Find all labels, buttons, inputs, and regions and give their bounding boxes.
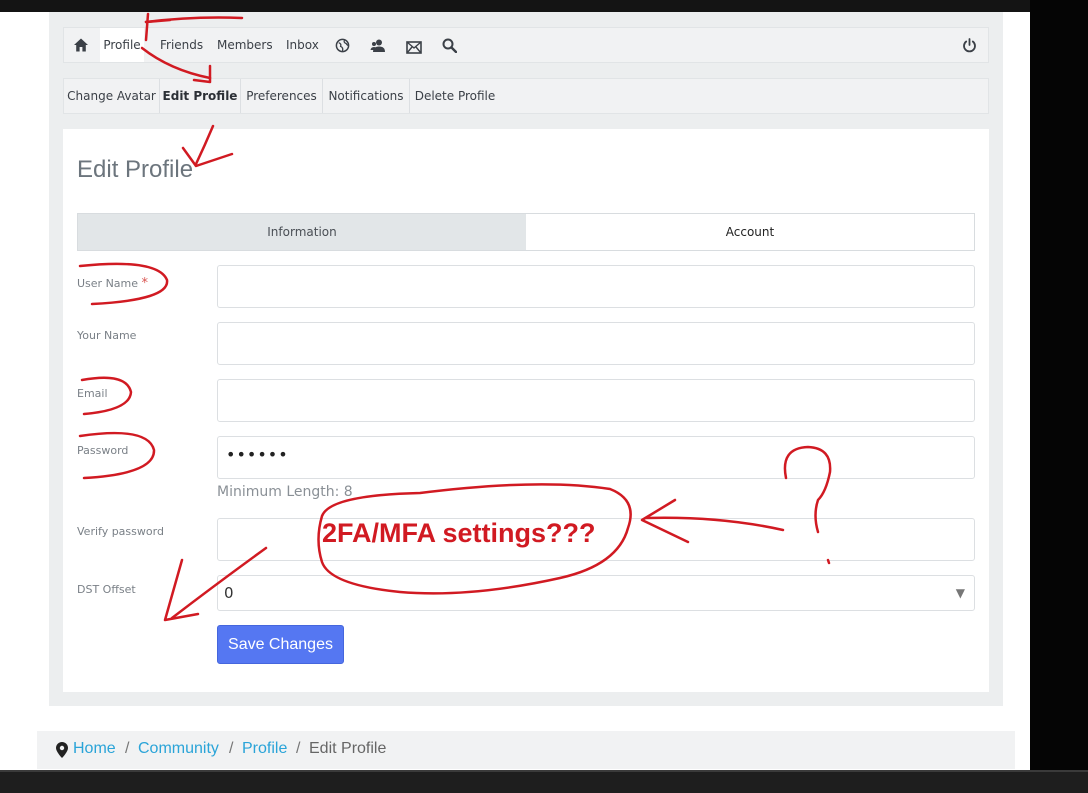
nav-item-profile[interactable]: Profile <box>100 28 144 62</box>
users-icon[interactable] <box>370 38 386 53</box>
map-marker-icon <box>56 742 68 758</box>
top-navbar: Profile Friends Members Inbox <box>63 27 989 63</box>
profile-tabs: Information Account <box>77 213 975 251</box>
breadcrumb-separator: / <box>229 740 234 757</box>
nav-item-members[interactable]: Members <box>217 28 273 62</box>
password-value: •••••• <box>226 445 289 464</box>
subnav-preferences[interactable]: Preferences <box>241 79 323 113</box>
mail-icon[interactable] <box>406 39 422 54</box>
subnav-change-avatar[interactable]: Change Avatar <box>64 79 160 113</box>
username-label: User Name * <box>77 276 148 291</box>
profile-subnav: Change Avatar Edit Profile Preferences N… <box>63 78 989 114</box>
breadcrumb: Home / Community / Profile / Edit Profil… <box>37 731 1015 769</box>
window-bottom-bar <box>0 770 1088 793</box>
subnav-notifications[interactable]: Notifications <box>323 79 410 113</box>
nav-item-friends[interactable]: Friends <box>160 28 203 62</box>
tab-information[interactable]: Information <box>78 214 526 250</box>
breadcrumb-separator: / <box>125 740 130 757</box>
email-input[interactable] <box>217 379 975 422</box>
yourname-label: Your Name <box>77 329 137 342</box>
password-label: Password <box>77 444 129 457</box>
search-icon[interactable] <box>442 38 458 54</box>
password-input[interactable]: •••••• <box>217 436 975 479</box>
power-icon[interactable] <box>962 38 977 53</box>
dst-offset-select[interactable]: 0 ▼ <box>217 575 975 611</box>
tab-account[interactable]: Account <box>526 214 974 250</box>
verify-password-label: Verify password <box>77 525 164 538</box>
page-title: Edit Profile <box>77 156 194 183</box>
required-mark: * <box>141 276 149 291</box>
username-label-text: User Name <box>77 277 139 290</box>
breadcrumb-profile[interactable]: Profile <box>242 740 287 758</box>
breadcrumb-current: Edit Profile <box>309 740 387 757</box>
breadcrumb-home[interactable]: Home <box>73 740 116 758</box>
home-icon[interactable] <box>73 37 89 53</box>
breadcrumb-separator: / <box>296 740 301 757</box>
dst-offset-label: DST Offset <box>77 583 136 596</box>
email-label: Email <box>77 387 108 400</box>
globe-icon[interactable] <box>335 38 350 53</box>
window-right-edge <box>1030 0 1088 793</box>
yourname-input[interactable] <box>217 322 975 365</box>
dst-offset-value: 0 <box>224 584 234 602</box>
breadcrumb-community[interactable]: Community <box>138 740 219 758</box>
password-help-text: Minimum Length: 8 <box>217 484 353 500</box>
save-changes-button[interactable]: Save Changes <box>217 625 344 664</box>
nav-item-inbox[interactable]: Inbox <box>286 28 319 62</box>
mfa-annotation-text: 2FA/MFA settings??? <box>322 518 596 548</box>
username-input[interactable] <box>217 265 975 308</box>
window-top-strip <box>0 0 1088 12</box>
subnav-delete-profile[interactable]: Delete Profile <box>410 79 500 113</box>
subnav-edit-profile[interactable]: Edit Profile <box>160 79 241 113</box>
chevron-down-icon: ▼ <box>955 586 965 600</box>
